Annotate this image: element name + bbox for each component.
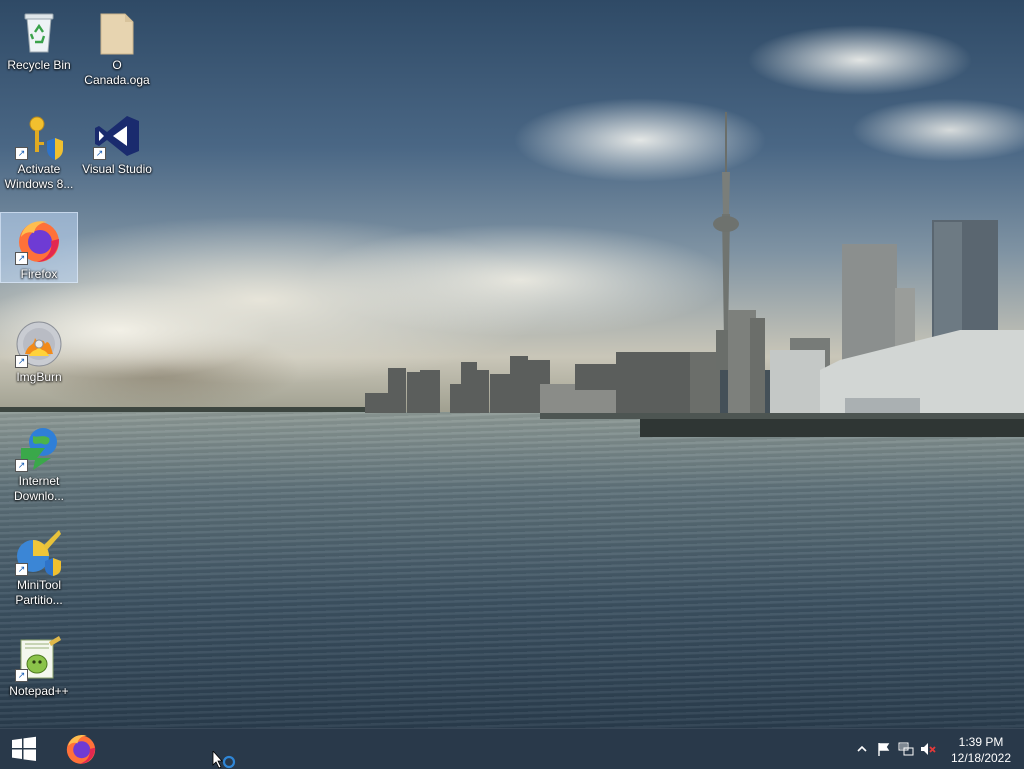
shortcut-arrow-icon: ↗ — [15, 563, 28, 576]
taskbar: 1:39 PM 12/18/2022 — [0, 728, 1024, 769]
shortcut-arrow-icon: ↗ — [15, 669, 28, 682]
firefox-icon: ↗ — [15, 217, 63, 265]
desktop-icon-recycle-bin[interactable]: Recycle Bin — [1, 4, 77, 73]
notepadpp-icon: ↗ — [15, 634, 63, 682]
windows-start-icon — [12, 736, 36, 761]
mouse-cursor-busy-icon — [212, 751, 236, 769]
desktop-icon-label: Visual Studio — [82, 162, 152, 176]
firefox-icon — [66, 735, 96, 764]
desktop-icon-label: Firefox — [20, 267, 58, 281]
internet-download-manager-icon: ↗ — [15, 424, 63, 472]
desktop-icon-minitool-partition[interactable]: ↗ MiniTool Partitio... — [1, 524, 77, 608]
imgburn-icon: ↗ — [15, 320, 63, 368]
desktop-icon-o-canada[interactable]: O Canada.oga — [79, 4, 155, 88]
shortcut-arrow-icon: ↗ — [93, 147, 106, 160]
desktop-icon-label: ImgBurn — [16, 370, 62, 384]
shortcut-arrow-icon: ↗ — [15, 459, 28, 472]
start-button[interactable] — [0, 729, 48, 769]
key-shield-icon: ↗ — [15, 112, 63, 160]
taskbar-firefox-button[interactable] — [58, 729, 104, 769]
shortcut-arrow-icon: ↗ — [15, 355, 28, 368]
clock-date: 12/18/2022 — [950, 751, 1012, 765]
visual-studio-icon: ↗ — [93, 112, 141, 160]
desktop-icon-firefox[interactable]: ↗ Firefox — [0, 212, 78, 283]
desktop-icon-label: Internet Downlo... — [13, 474, 65, 503]
flag-icon[interactable] — [876, 741, 892, 757]
chevron-up-icon[interactable] — [854, 741, 870, 757]
shortcut-arrow-icon: ↗ — [15, 252, 28, 265]
desktop-icon-visual-studio[interactable]: ↗ Visual Studio — [79, 108, 155, 177]
network-icon[interactable] — [898, 741, 914, 757]
desktop-icon-imgburn[interactable]: ↗ ImgBurn — [1, 316, 77, 385]
clock-time: 1:39 PM — [958, 735, 1004, 749]
desktop-icon-notepadpp[interactable]: ↗ Notepad++ — [1, 630, 77, 699]
minitool-partition-icon: ↗ — [15, 528, 63, 576]
shortcut-arrow-icon: ↗ — [15, 147, 28, 160]
recycle-bin-icon — [15, 8, 63, 56]
audio-file-icon — [93, 8, 141, 56]
desktop-icon-label: O Canada.oga — [84, 58, 150, 87]
desktop-icon-label: Activate Windows 8... — [4, 162, 74, 191]
desktop-icon-label: MiniTool Partitio... — [15, 578, 63, 607]
taskbar-clock[interactable]: 1:39 PM 12/18/2022 — [946, 734, 1016, 766]
volume-muted-icon[interactable] — [920, 741, 936, 757]
desktop-icon-label: Notepad++ — [9, 684, 69, 698]
desktop-icon-activate-windows[interactable]: ↗ Activate Windows 8... — [1, 108, 77, 192]
desktop-icon-label: Recycle Bin — [7, 58, 71, 72]
desktop-icon-internet-download-manager[interactable]: ↗ Internet Downlo... — [1, 420, 77, 504]
system-tray: 1:39 PM 12/18/2022 — [844, 729, 1024, 769]
